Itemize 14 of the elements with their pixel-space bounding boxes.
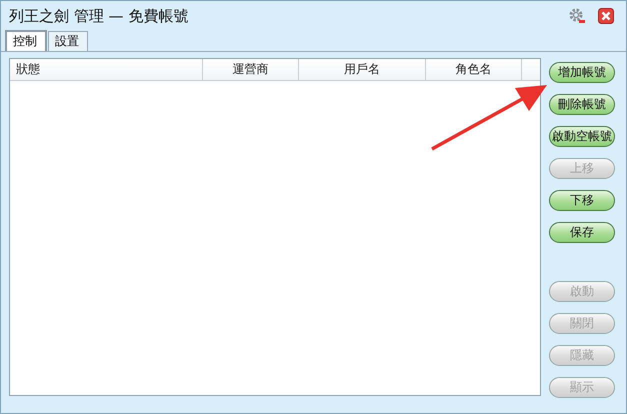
column-header[interactable]: 用戶名 bbox=[299, 59, 426, 80]
action-button[interactable]: 下移 bbox=[549, 190, 615, 211]
column-header[interactable]: 角色名 bbox=[426, 59, 522, 80]
column-header[interactable]: 運營商 bbox=[203, 59, 299, 80]
settings-icon[interactable] bbox=[568, 7, 586, 25]
action-button[interactable]: 啟動空帳號 bbox=[549, 126, 615, 147]
tab[interactable]: 控制 bbox=[5, 30, 47, 51]
action-button[interactable]: 保存 bbox=[549, 222, 615, 243]
action-button[interactable]: 刪除帳號 bbox=[549, 94, 615, 115]
window-title: 列王之劍 管理 — 免費帳號 bbox=[9, 6, 188, 26]
tab[interactable]: 設置 bbox=[48, 31, 88, 51]
action-button[interactable]: 增加帳號 bbox=[549, 62, 615, 83]
close-icon[interactable] bbox=[598, 8, 614, 24]
column-header[interactable]: 狀態 bbox=[10, 59, 203, 80]
